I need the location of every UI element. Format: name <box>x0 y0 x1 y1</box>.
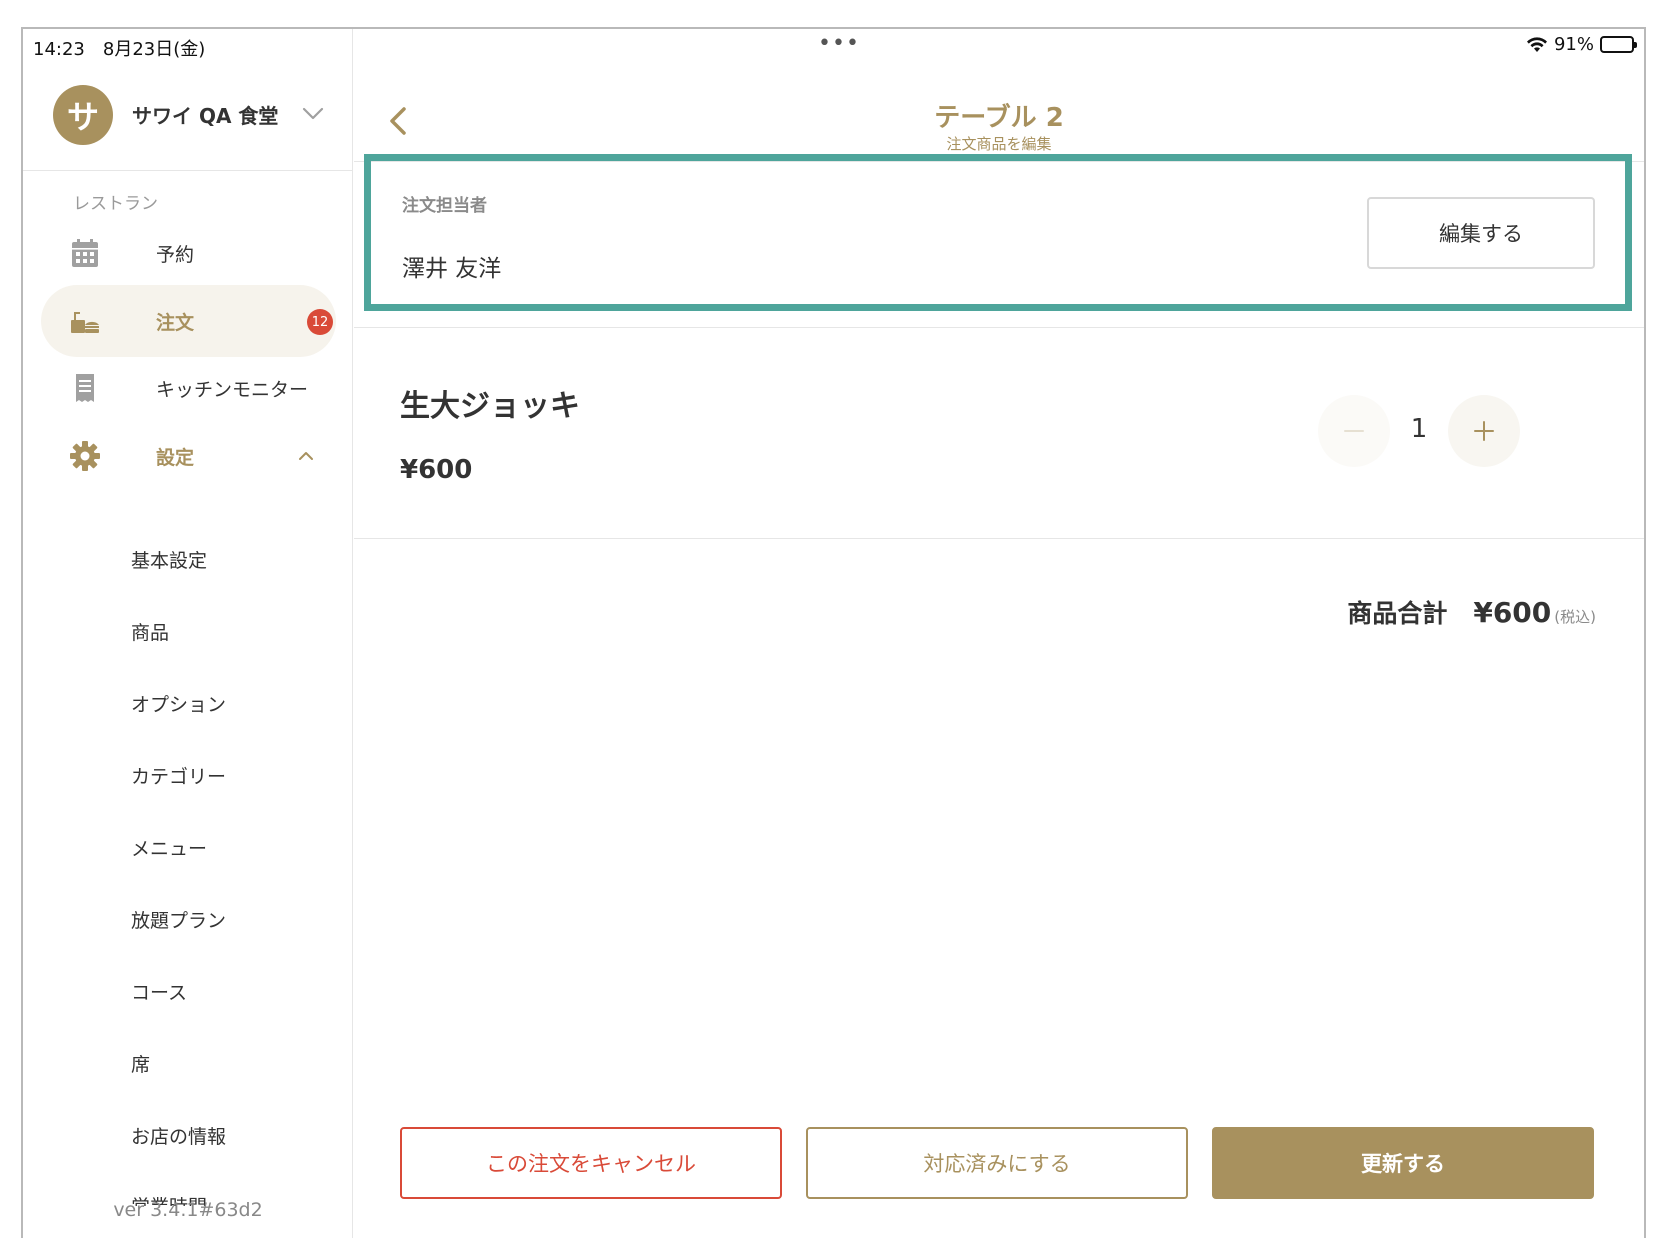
sidebar-item-orders[interactable]: 注文 12 <box>41 285 336 357</box>
page-title: テーブル 2 <box>934 103 1064 133</box>
calendar-icon <box>72 239 98 267</box>
header-bar: テーブル 2 注文商品を編集 <box>354 59 1644 162</box>
settings-item-products[interactable]: 商品 <box>131 618 169 645</box>
sidebar-item-label: 設定 <box>156 446 195 469</box>
order-total: 商品合計 ¥600 (税込) <box>1347 594 1596 630</box>
shop-switcher[interactable]: サ サワイ QA 食堂 <box>23 59 353 171</box>
sidebar-item-label: キッチンモニター <box>156 378 309 401</box>
settings-item-shop-info[interactable]: お店の情報 <box>131 1122 226 1149</box>
edit-staff-button[interactable]: 編集する <box>1367 197 1595 269</box>
order-staff-label: 注文担当者 <box>402 196 487 216</box>
total-value: ¥600 <box>1473 596 1552 629</box>
settings-item-courses[interactable]: コース <box>131 978 187 1005</box>
update-button[interactable]: 更新する <box>1212 1127 1594 1199</box>
cancel-order-button[interactable]: この注文をキャンセル <box>400 1127 782 1199</box>
shop-avatar: サ <box>53 84 113 145</box>
section-label-restaurant: レストラン <box>73 194 158 214</box>
order-tray-icon <box>71 312 99 333</box>
receipt-icon <box>76 374 94 402</box>
tax-included-note: (税込) <box>1554 608 1596 626</box>
order-item-name: 生大ジョッキ <box>400 389 580 424</box>
divider <box>354 327 1644 328</box>
order-staff-name: 澤井 友洋 <box>402 256 502 282</box>
quantity-increment-button[interactable] <box>1448 395 1520 467</box>
quantity-decrement-button[interactable] <box>1318 395 1390 467</box>
settings-item-basic[interactable]: 基本設定 <box>131 546 207 573</box>
sidebar: サ サワイ QA 食堂 レストラン 予約 注文 12 キッチンモニター 設定 基… <box>23 29 353 1238</box>
battery-percent: 91% <box>1553 34 1594 55</box>
order-staff-panel: 注文担当者 澤井 友洋 編集する <box>364 154 1632 311</box>
order-item-price: ¥600 <box>400 455 473 485</box>
settings-item-categories[interactable]: カテゴリー <box>131 762 226 789</box>
gear-icon <box>70 441 100 471</box>
sidebar-item-label: 予約 <box>156 243 195 266</box>
total-label: 商品合計 <box>1347 599 1448 628</box>
minus-icon <box>1344 430 1364 432</box>
shop-name: サワイ QA 食堂 <box>132 104 279 128</box>
sidebar-item-kitchen-monitor[interactable]: キッチンモニター <box>41 352 336 424</box>
main-content: テーブル 2 注文商品を編集 注文担当者 澤井 友洋 編集する 生大ジョッキ ¥… <box>354 29 1644 1238</box>
sidebar-item-reservation[interactable]: 予約 <box>41 217 336 289</box>
page-subtitle: 注文商品を編集 <box>946 135 1052 153</box>
status-right: 91% <box>1526 34 1637 55</box>
order-count-badge: 12 <box>307 309 333 335</box>
app-version: ver 3.4.1#63d2 <box>113 1199 263 1221</box>
settings-item-seats[interactable]: 席 <box>131 1050 150 1077</box>
status-time: 14:23 8月23日(金) <box>33 39 206 60</box>
settings-item-options[interactable]: オプション <box>131 690 226 717</box>
battery-icon <box>1600 36 1637 53</box>
chevron-up-icon <box>299 452 313 460</box>
wifi-icon <box>1526 36 1547 52</box>
plus-icon <box>1474 421 1494 441</box>
ipad-screen: 14:23 8月23日(金) ••• 91% サ サワイ QA 食堂 レストラン <box>21 27 1646 1238</box>
divider <box>354 538 1644 539</box>
sidebar-item-settings[interactable]: 設定 <box>41 420 336 492</box>
multitasking-dots[interactable]: ••• <box>818 31 860 56</box>
settings-item-all-you-can-plans[interactable]: 放題プラン <box>131 906 226 933</box>
chevron-down-icon <box>302 107 324 120</box>
mark-done-button[interactable]: 対応済みにする <box>806 1127 1188 1199</box>
sidebar-item-label: 注文 <box>156 311 195 334</box>
quantity-value: 1 <box>1410 414 1428 444</box>
settings-item-menu[interactable]: メニュー <box>131 834 207 861</box>
